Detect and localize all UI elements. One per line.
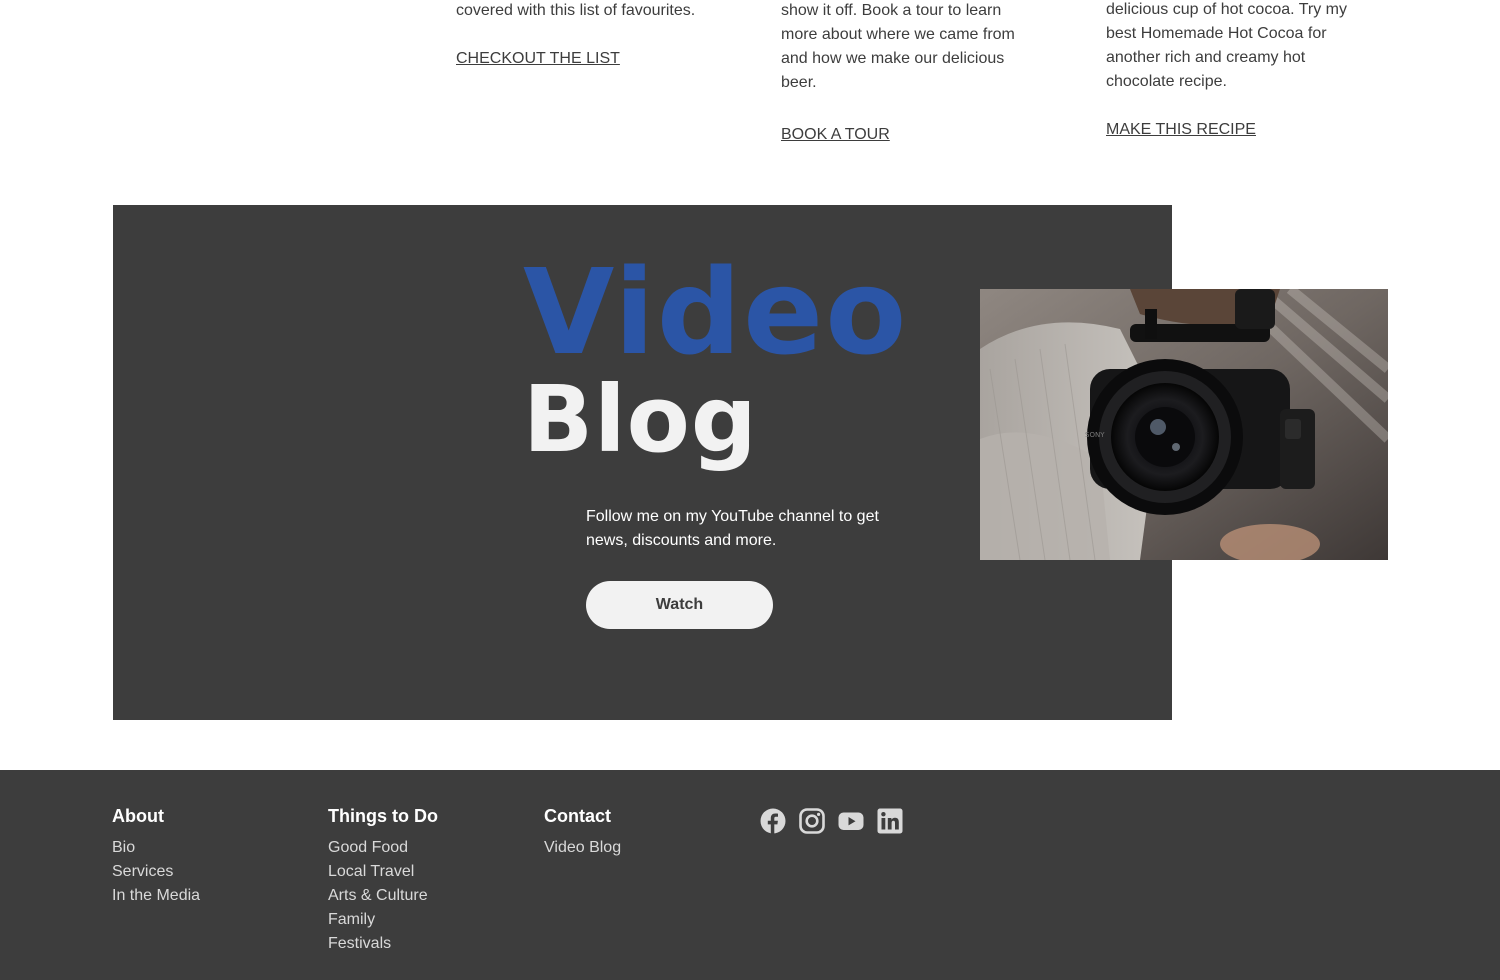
footer-things-heading[interactable]: Things to Do <box>328 804 438 828</box>
card-text: delicious cup of hot cocoa. Try my best … <box>1106 1 1347 90</box>
instagram-icon[interactable] <box>799 808 825 834</box>
footer-link-local-travel[interactable]: Local Travel <box>328 860 438 884</box>
make-recipe-link[interactable]: MAKE THIS RECIPE <box>1106 118 1256 142</box>
facebook-icon[interactable] <box>760 808 786 834</box>
card-text: covered with this list of favourites. <box>456 2 696 19</box>
footer-link-in-the-media[interactable]: In the Media <box>112 884 200 908</box>
video-title-line2: Blog <box>523 366 758 473</box>
footer-link-good-food[interactable]: Good Food <box>328 836 438 860</box>
footer-link-services[interactable]: Services <box>112 860 200 884</box>
footer-about-heading[interactable]: About <box>112 804 200 828</box>
video-title-line1: Video <box>523 243 909 381</box>
card-text: show it off. Book a tour to learn more a… <box>781 2 1015 91</box>
book-tour-link[interactable]: BOOK A TOUR <box>781 123 890 147</box>
footer-contact-heading[interactable]: Contact <box>544 804 621 828</box>
svg-text:SONY: SONY <box>1085 431 1105 439</box>
site-footer: About Bio Services In the Media Things t… <box>0 770 1500 980</box>
video-description: Follow me on my YouTube channel to get n… <box>586 508 879 549</box>
card-hot-cocoa: delicious cup of hot cocoa. Try my best … <box>1106 0 1368 142</box>
card-brewery-tour: show it off. Book a tour to learn more a… <box>781 0 1041 147</box>
footer-link-bio[interactable]: Bio <box>112 836 200 860</box>
youtube-icon[interactable] <box>838 808 864 834</box>
card-favourites: covered with this list of favourites. CH… <box>456 0 726 71</box>
footer-link-arts-culture[interactable]: Arts & Culture <box>328 884 438 908</box>
linkedin-icon[interactable] <box>877 808 903 834</box>
checkout-list-link[interactable]: CHECKOUT THE LIST <box>456 47 620 71</box>
footer-link-video-blog[interactable]: Video Blog <box>544 836 621 860</box>
watch-button[interactable]: Watch <box>586 581 773 629</box>
footer-things-column: Things to Do Good Food Local Travel Arts… <box>328 804 438 956</box>
camera-photo: SONY <box>980 289 1388 560</box>
footer-link-festivals[interactable]: Festivals <box>328 932 438 956</box>
footer-contact-column: Contact Video Blog <box>544 804 621 860</box>
footer-link-family[interactable]: Family <box>328 908 438 932</box>
footer-about-column: About Bio Services In the Media <box>112 804 200 908</box>
social-links <box>760 808 903 834</box>
